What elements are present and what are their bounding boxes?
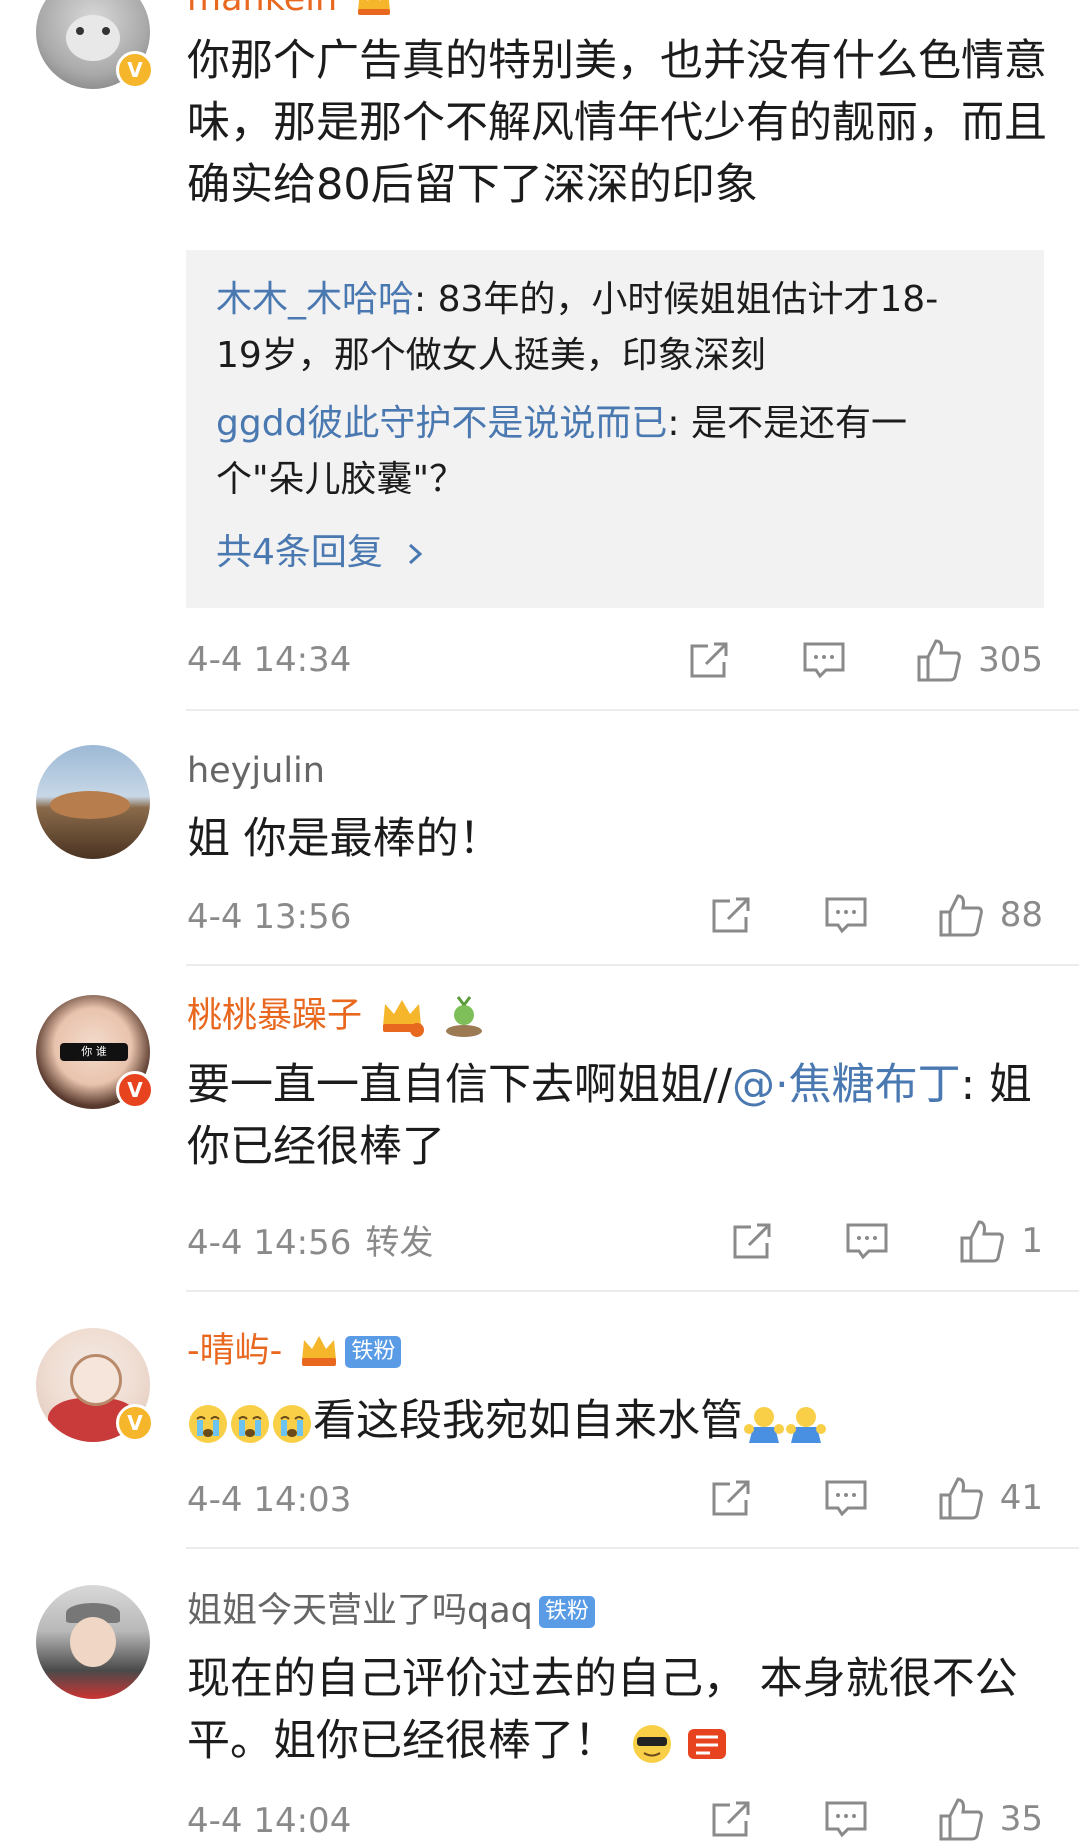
comment-text: 要一直一直自信下去啊姐姐//@·焦糖布丁: 姐 你已经很棒了 [187,1060,1032,1172]
verified-badge-icon: V [116,1071,154,1109]
thumbs-up-icon [939,1798,983,1841]
comment-actions: 305 [688,635,1043,685]
hug-emoji-icon [786,1406,826,1443]
timestamp: 4-4 14:04 [187,1801,352,1841]
comment-button[interactable] [802,640,846,680]
like-button[interactable]: 1 [959,1218,1043,1264]
timestamp: 4-4 13:56 [187,897,352,937]
hug-emoji-icon [744,1406,784,1443]
crying-emoji-icon [273,1404,311,1443]
comment-icon [825,897,867,934]
crown-badge-icon [302,1336,337,1366]
share-icon [712,1480,750,1516]
like-button[interactable]: 305 [916,637,1043,683]
like-count: 41 [999,1478,1043,1518]
comment-button[interactable] [845,1221,889,1261]
like-count: 88 [999,895,1043,935]
fan-tag: 铁粉 [538,1596,595,1628]
verified-badge-icon: V [116,1404,154,1442]
username[interactable]: mankein [187,0,394,20]
avatar[interactable] [36,745,150,859]
reply-item: 木木_木哈哈: 83年的，小时候姐姐估计才18-19岁，那个做女人挺美，印象深刻 [216,279,939,376]
comment-actions: 88 [710,890,1043,940]
timestamp: 4-4 14:34 [187,640,352,680]
comment-icon [825,1480,867,1517]
timestamp: 4-4 14:56 转发 [187,1223,434,1263]
reply-username[interactable]: ggdd彼此守护不是说说而已 [216,403,667,444]
reply-preview[interactable]: 木木_木哈哈: 83年的，小时候姐姐估计才18-19岁，那个做女人挺美，印象深刻… [186,250,1044,608]
like-button[interactable]: 35 [938,1796,1043,1842]
crying-emoji-icon [189,1404,227,1443]
verified-badge-icon: V [116,51,154,89]
share-button[interactable] [688,640,732,680]
share-button[interactable] [731,1221,775,1261]
reply-username[interactable]: 木木_木哈哈 [216,279,414,320]
comment-text: 现在的自己评价过去的自己， 本身就很不公平。姐你已经很棒了！ [187,1654,1018,1766]
sunglasses: 你 谁 [60,1043,128,1061]
share-icon [690,642,728,678]
divider [186,709,1079,711]
comment-button[interactable] [824,1478,868,1518]
comment-button[interactable] [824,1799,868,1839]
timestamp: 4-4 14:03 [187,1480,352,1520]
chevron-right-icon [409,543,423,565]
share-button[interactable] [710,1478,754,1518]
comment-icon [803,642,845,679]
crown-badge-icon [358,0,391,15]
cheer-badge-icon [688,1728,727,1759]
username[interactable]: heyjulin [187,750,325,792]
more-replies-link[interactable]: 共4条回复 [216,528,428,578]
crying-emoji-icon [231,1404,269,1443]
share-icon [733,1223,771,1259]
mention-link[interactable]: @·焦糖布丁 [732,1060,961,1110]
avatar[interactable]: 你 谁 V [36,995,154,1109]
sprout-badge-icon [446,996,483,1037]
comment-icon [846,1223,888,1260]
like-button[interactable]: 41 [938,1475,1043,1521]
share-button[interactable] [710,1799,754,1839]
comment-actions: 41 [710,1473,1043,1523]
thumbs-up-icon [960,1220,1005,1263]
like-count: 35 [999,1799,1043,1839]
username[interactable]: 姐姐今天营业了吗qaq 铁粉 [187,1590,595,1632]
avatar[interactable] [36,1585,150,1699]
like-count: 305 [978,640,1043,680]
cool-sunglasses-emoji-icon [632,1724,671,1763]
comment-text: 姐 你是最棒的！ [187,814,502,864]
comment-text: 看这段我宛如自来水管 [187,1390,1047,1452]
reply-item: ggdd彼此守护不是说说而已: 是不是还有一个"朵儿胶囊"？ [216,403,907,500]
divider [186,964,1079,966]
fan-tag: 铁粉 [345,1336,402,1368]
like-count: 1 [1021,1221,1043,1261]
username[interactable]: -晴屿- 铁粉 [187,1330,402,1372]
share-icon [712,897,750,933]
comment-icon [825,1801,867,1838]
avatar[interactable]: V [36,0,154,89]
crown-badge-icon [383,1000,425,1037]
share-button[interactable] [710,895,754,935]
share-icon [712,1801,750,1837]
avatar[interactable]: V [36,1328,154,1442]
repost-label[interactable]: 转发 [365,1223,433,1263]
username[interactable]: 桃桃暴躁子 [187,995,486,1039]
like-button[interactable]: 88 [938,892,1043,938]
divider [186,1290,1079,1292]
comment-actions: 35 [710,1794,1043,1844]
comment-actions: 1 [731,1216,1043,1266]
comment-text: 你那个广告真的特别美，也并没有什么色情意味，那是那个不解风情年代少有的靓丽，而且… [187,36,1047,210]
thumbs-up-icon [917,639,961,682]
divider [186,1547,1079,1549]
thumbs-up-icon [939,1477,983,1520]
comment-button[interactable] [824,895,868,935]
thumbs-up-icon [939,894,983,937]
